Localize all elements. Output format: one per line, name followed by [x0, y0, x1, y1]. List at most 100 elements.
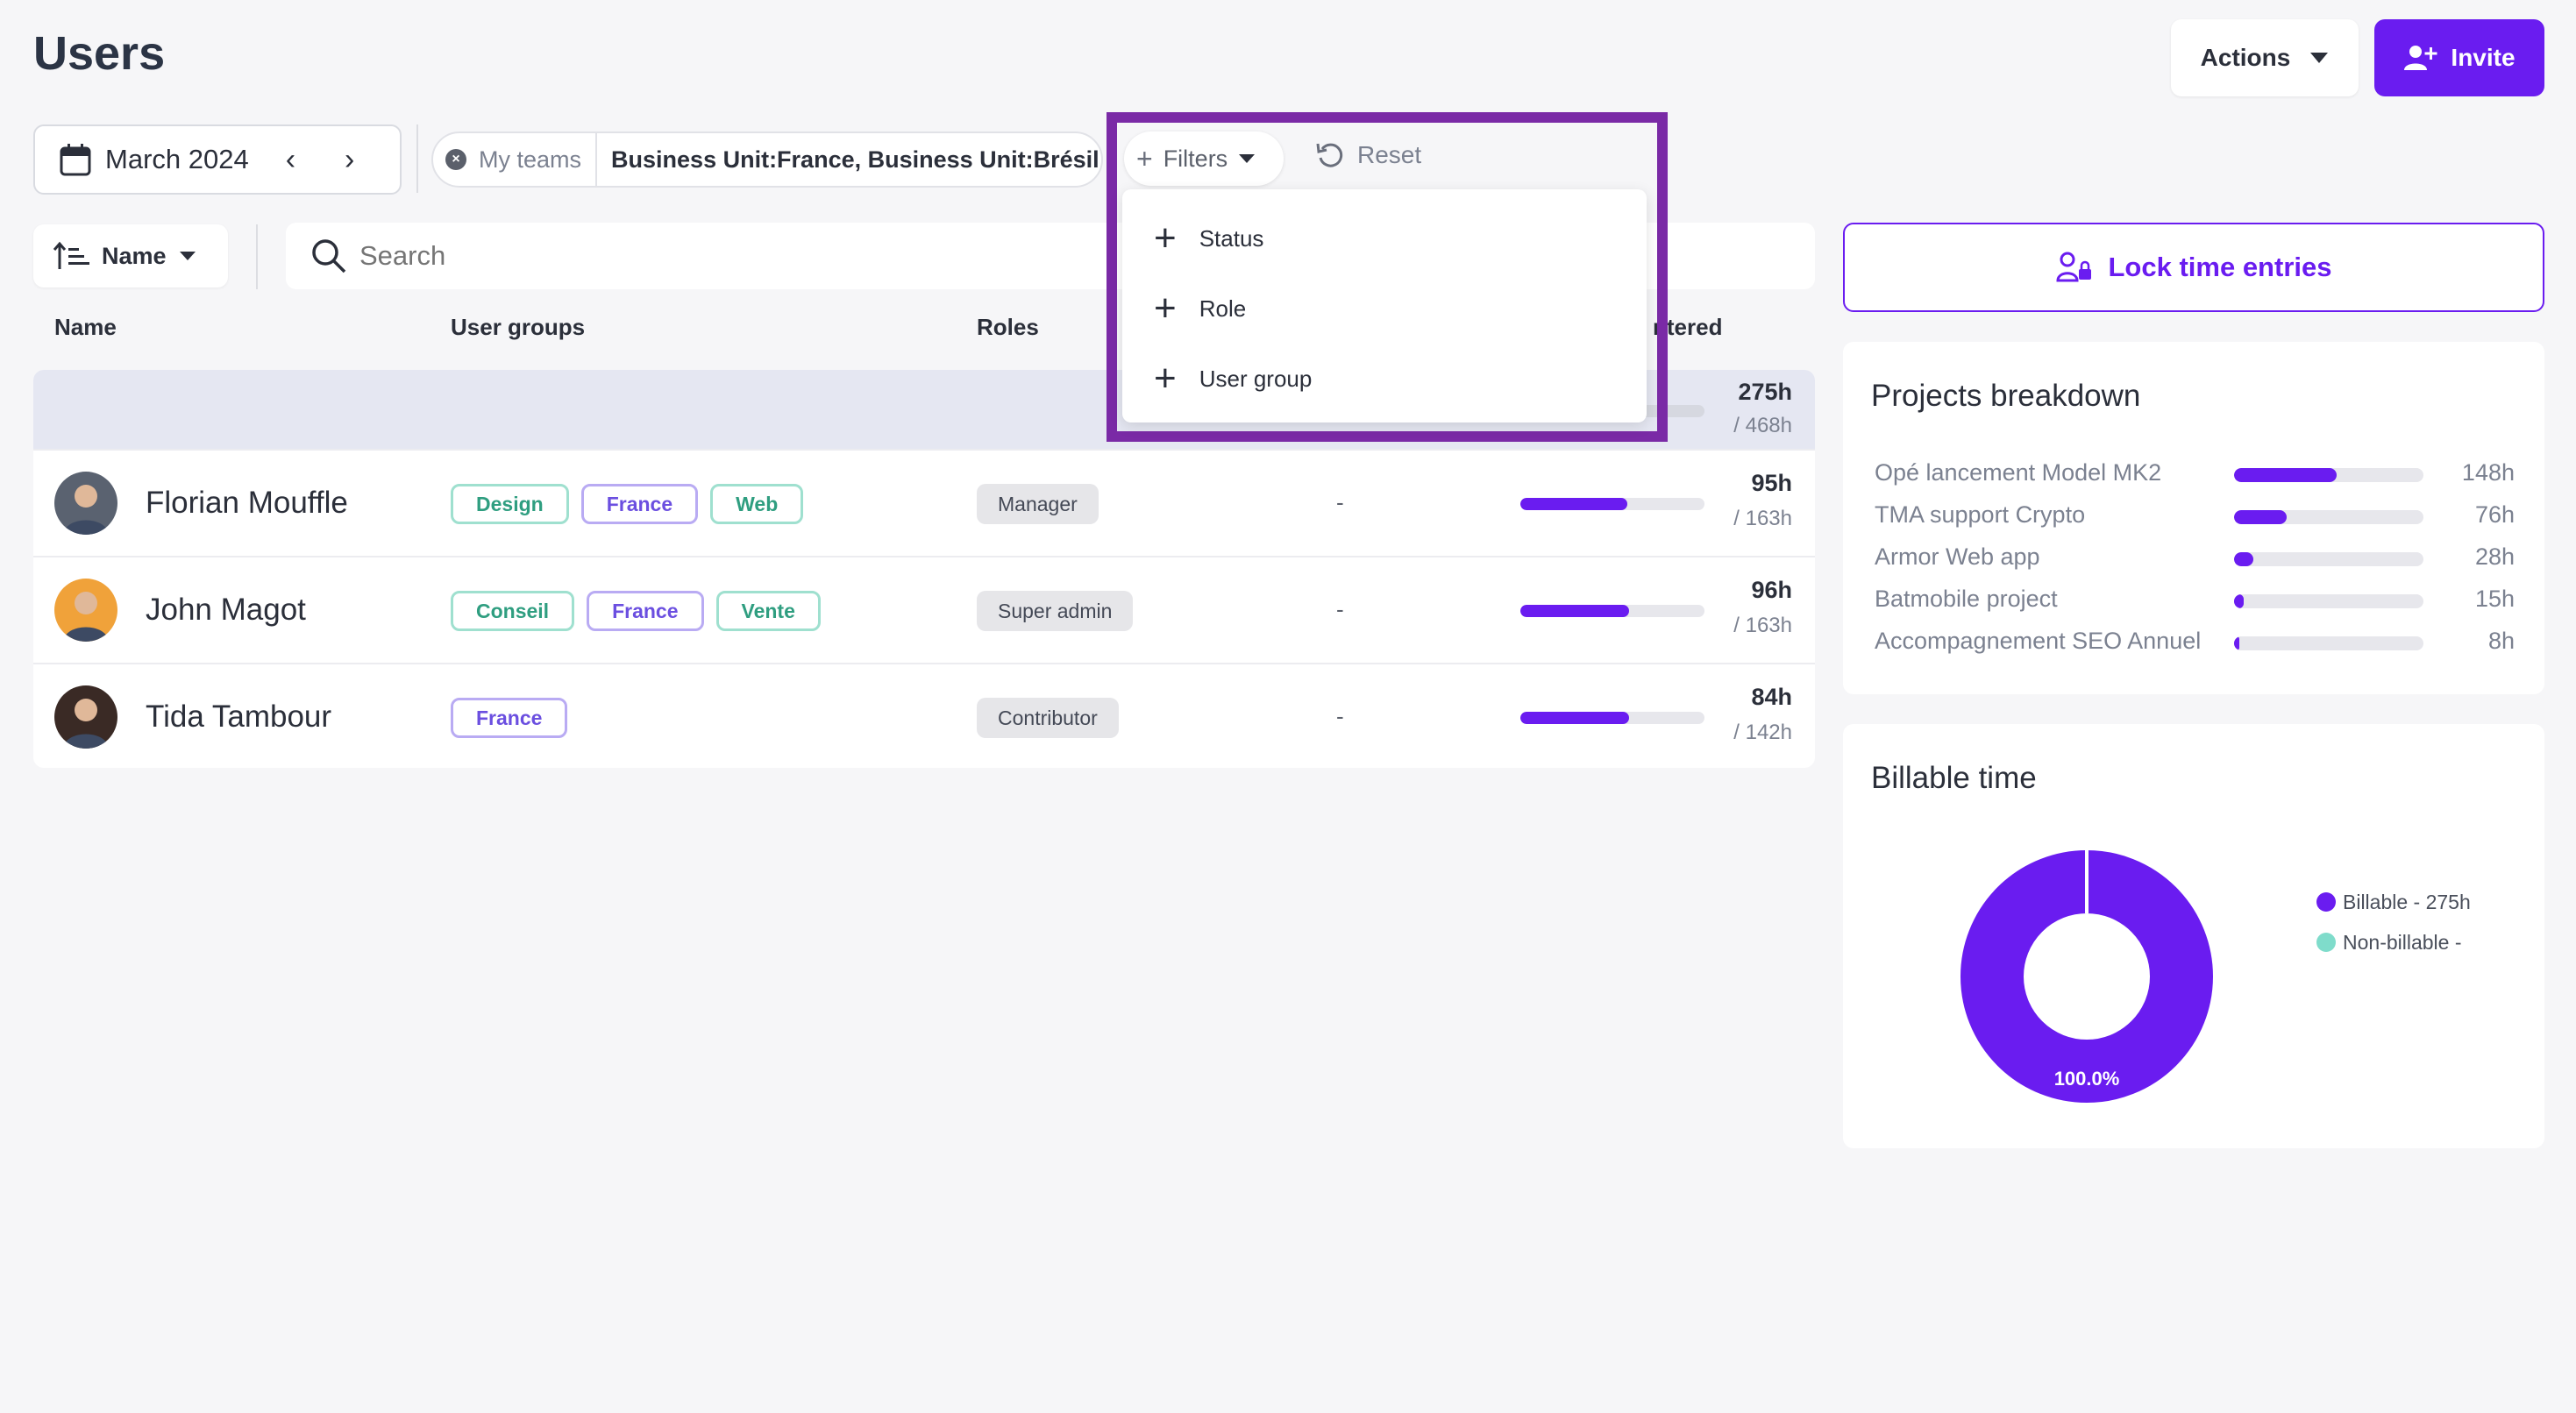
- table-row[interactable]: Florian Mouffle Design France Web Manager …: [33, 449, 1815, 556]
- time-progress-bar: [1520, 605, 1704, 617]
- project-name: TMA support Crypto: [1875, 501, 2086, 528]
- user-lock-icon: [2055, 252, 2091, 282]
- user-name[interactable]: John Magot: [146, 593, 306, 628]
- reset-icon: [1316, 143, 1343, 167]
- role-badge: Super admin: [977, 591, 1134, 631]
- project-hours: 28h: [2474, 543, 2515, 570]
- billable-donut-chart: 100.0%: [1960, 850, 2213, 1103]
- legend-item: Billable - 275h: [2316, 882, 2471, 922]
- divider: [416, 124, 418, 193]
- column-header-roles[interactable]: Roles: [977, 314, 1039, 341]
- user-groups: France: [451, 698, 580, 738]
- filter-option-status[interactable]: + Status: [1122, 203, 1647, 273]
- legend-item: Non-billable -: [2316, 922, 2471, 962]
- search-input[interactable]: [359, 240, 886, 272]
- project-row: Armor Web app 28h: [1875, 542, 2515, 577]
- user-groups: Design France Web: [451, 484, 815, 524]
- project-hours: 76h: [2474, 501, 2515, 528]
- sort-label: Name: [102, 242, 167, 269]
- user-name[interactable]: Florian Mouffle: [146, 486, 348, 521]
- team-filter-chip[interactable]: × My teams Business Unit:France, Busines…: [431, 131, 1103, 188]
- user-group-tag[interactable]: France: [451, 698, 568, 738]
- billable-time-card: Billable time 100.0% Billable - 275h Non…: [1843, 724, 2544, 1148]
- avatar: [54, 685, 117, 749]
- reset-button[interactable]: Reset: [1315, 140, 1421, 170]
- legend-label: Billable - 275h: [2343, 890, 2471, 913]
- project-name: Accompagnement SEO Annuel: [1875, 628, 2202, 654]
- column-header-name[interactable]: Name: [54, 314, 117, 341]
- project-row: Accompagnement SEO Annuel 8h: [1875, 626, 2515, 661]
- project-row: Opé lancement Model MK2 148h: [1875, 458, 2515, 493]
- filter-option-label: Role: [1199, 295, 1247, 322]
- user-groups: Conseil France Vente: [451, 591, 833, 631]
- role-badge: Contributor: [977, 698, 1119, 738]
- hours-capacity: / 163h: [1733, 614, 1792, 637]
- empty-value: -: [1336, 596, 1344, 622]
- project-progress-bar: [2234, 594, 2423, 608]
- project-hours: 148h: [2461, 459, 2515, 486]
- time-progress-bar: [1520, 498, 1704, 510]
- project-hours: 15h: [2474, 586, 2515, 612]
- empty-value: -: [1336, 489, 1344, 515]
- prev-month-button[interactable]: ‹: [286, 143, 295, 177]
- actions-label: Actions: [2200, 44, 2291, 71]
- next-month-button[interactable]: ›: [345, 143, 354, 177]
- percent-label: 100.0%: [2054, 1068, 2120, 1090]
- filter-option-role[interactable]: + Role: [1122, 273, 1647, 344]
- user-group-tag[interactable]: Vente: [715, 591, 821, 631]
- user-name[interactable]: Tida Tambour: [146, 699, 331, 735]
- projects-breakdown-card: Projects breakdown Opé lancement Model M…: [1843, 342, 2544, 694]
- user-group-tag[interactable]: France: [587, 591, 704, 631]
- sort-icon: [53, 241, 89, 269]
- filter-option-user-group[interactable]: + User group: [1122, 344, 1647, 414]
- date-picker[interactable]: March 2024 ‹ ›: [33, 124, 402, 195]
- team-chip-label: My teams: [479, 146, 582, 173]
- empty-value: -: [1336, 703, 1344, 729]
- user-group-tag[interactable]: Web: [710, 484, 804, 524]
- avatar: [54, 472, 117, 535]
- user-group-tag[interactable]: Conseil: [451, 591, 575, 631]
- invite-button[interactable]: Invite: [2374, 19, 2544, 96]
- divider: [256, 224, 258, 289]
- total-hours: 275h: [1738, 379, 1792, 405]
- user-group-tag[interactable]: Design: [451, 484, 569, 524]
- sort-button[interactable]: Name: [33, 224, 228, 288]
- project-row: Batmobile project 15h: [1875, 584, 2515, 619]
- actions-button[interactable]: Actions: [2171, 19, 2359, 96]
- caret-down-icon: [1239, 154, 1256, 163]
- user-group-tag[interactable]: France: [580, 484, 699, 524]
- page-title: Users: [33, 27, 166, 80]
- invite-label: Invite: [2451, 44, 2516, 71]
- project-row: TMA support Crypto 76h: [1875, 500, 2515, 535]
- project-hours: 8h: [2487, 628, 2515, 654]
- filters-button[interactable]: + Filters: [1124, 131, 1284, 186]
- filter-option-label: Status: [1199, 224, 1264, 252]
- hours-entered: 95h: [1751, 470, 1792, 496]
- legend-dot: [2316, 933, 2336, 952]
- add-user-icon: [2404, 46, 2437, 70]
- lock-time-entries-button[interactable]: Lock time entries: [1843, 223, 2544, 312]
- project-progress-bar: [2234, 510, 2423, 524]
- calendar-icon: [60, 144, 91, 176]
- legend-label: Non-billable -: [2343, 930, 2462, 954]
- billable-title: Billable time: [1871, 761, 2037, 795]
- plus-icon: +: [1154, 287, 1177, 330]
- team-chip-value: Business Unit:France, Business Unit:Brés…: [611, 146, 1099, 173]
- time-progress-bar: [1520, 712, 1704, 724]
- avatar: [54, 579, 117, 642]
- reset-label: Reset: [1357, 141, 1422, 168]
- projects-title: Projects breakdown: [1871, 379, 2141, 413]
- hours-entered: 84h: [1751, 684, 1792, 710]
- column-header-user-groups[interactable]: User groups: [451, 314, 585, 341]
- billable-legend: Billable - 275h Non-billable -: [2316, 882, 2471, 962]
- hours-capacity: / 142h: [1733, 721, 1792, 744]
- project-progress-bar: [2234, 636, 2423, 650]
- search-icon: [312, 239, 346, 273]
- plus-icon: +: [1154, 217, 1177, 259]
- remove-filter-icon[interactable]: ×: [445, 149, 466, 170]
- date-label: March 2024: [105, 144, 249, 174]
- table-row[interactable]: Tida Tambour France Contributor - 84h / …: [33, 663, 1815, 768]
- filter-option-label: User group: [1199, 365, 1313, 392]
- table-row[interactable]: John Magot Conseil France Vente Super admi…: [33, 556, 1815, 663]
- hours-capacity: / 163h: [1733, 507, 1792, 530]
